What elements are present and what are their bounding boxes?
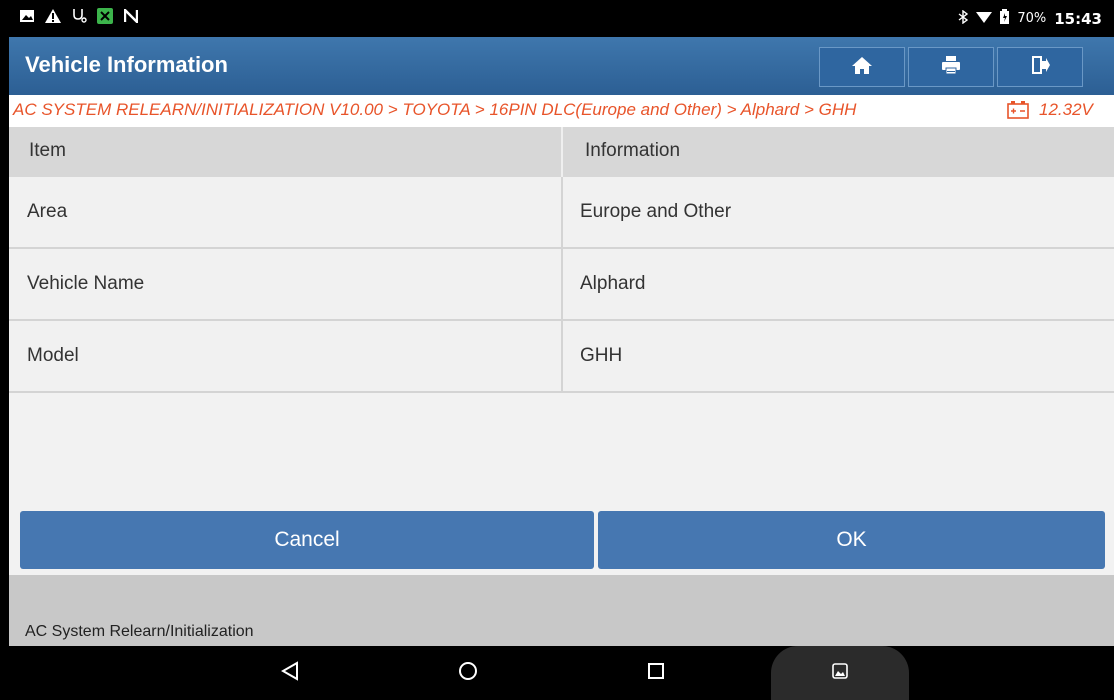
status-right: 70% 15:43: [958, 9, 1102, 28]
battery-icon: [1000, 9, 1010, 28]
gallery-icon: [832, 663, 848, 683]
clock: 15:43: [1054, 9, 1102, 28]
exit-button[interactable]: [997, 47, 1083, 87]
page-title: Vehicle Information: [25, 52, 228, 77]
action-bar: Cancel OK: [9, 505, 1114, 575]
table-header: Item Information: [9, 127, 1114, 177]
column-divider: [561, 127, 563, 177]
warning-icon: [45, 8, 61, 24]
app-icon: [97, 8, 113, 24]
image-icon: [19, 8, 35, 24]
status-left-icons: [19, 8, 139, 24]
breadcrumb-path: AC SYSTEM RELEARN/INITIALIZATION V10.00 …: [13, 100, 857, 119]
print-button[interactable]: [908, 47, 994, 87]
empty-table-area: [9, 393, 1114, 506]
print-icon: [941, 55, 961, 79]
status-bar: 70% 15:43: [9, 0, 1114, 37]
navigation-bar: [9, 646, 1114, 700]
column-header-information: Information: [585, 140, 681, 161]
cancel-button[interactable]: Cancel: [20, 511, 594, 569]
wifi-icon: [976, 10, 993, 27]
battery-voltage-icon: [1007, 101, 1029, 119]
row-item: Area: [27, 201, 68, 222]
table-row: Area Europe and Other: [9, 177, 1114, 249]
cell-divider: [561, 177, 563, 247]
row-information: Alphard: [580, 273, 646, 294]
ok-button[interactable]: OK: [598, 511, 1105, 569]
row-item: Model: [27, 345, 79, 366]
screen: 70% 15:43 Vehicle Information AC SYSTEM …: [9, 0, 1114, 700]
footer: AC System Relearn/Initialization: [9, 575, 1114, 646]
footer-function-name: AC System Relearn/Initialization: [25, 623, 254, 640]
home-button[interactable]: [819, 47, 905, 87]
back-icon: [280, 661, 299, 685]
row-item: Vehicle Name: [27, 273, 145, 294]
table-row: Model GHH: [9, 321, 1114, 393]
stethoscope-icon: [71, 8, 87, 24]
bluetooth-icon: [958, 9, 969, 28]
n-icon: [123, 8, 139, 24]
breadcrumb: AC SYSTEM RELEARN/INITIALIZATION V10.00 …: [9, 95, 1114, 128]
cell-divider: [561, 321, 563, 391]
exit-icon: [1030, 55, 1050, 79]
circle-home-icon: [458, 661, 478, 685]
voltage-readout: 12.32V: [1039, 100, 1093, 119]
square-recent-icon: [647, 662, 665, 684]
row-information: GHH: [580, 345, 623, 366]
table-row: Vehicle Name Alphard: [9, 249, 1114, 321]
battery-percent: 70%: [1017, 11, 1047, 26]
home-icon: [852, 56, 872, 79]
back-button[interactable]: [277, 660, 303, 686]
column-header-item: Item: [29, 140, 66, 161]
android-home-button[interactable]: [455, 660, 481, 686]
screenshot-button[interactable]: [827, 660, 853, 686]
recent-apps-button[interactable]: [643, 660, 669, 686]
title-bar: Vehicle Information: [9, 37, 1114, 95]
cell-divider: [561, 249, 563, 319]
row-information: Europe and Other: [580, 201, 732, 222]
